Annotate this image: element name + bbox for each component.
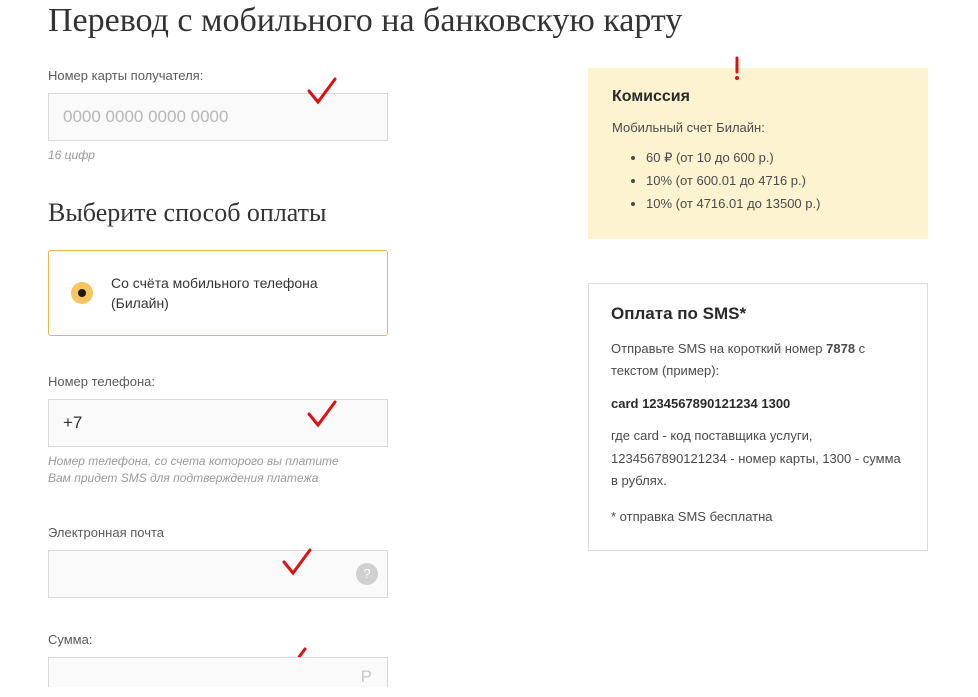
sms-description: где card - код поставщика услуги, 123456… xyxy=(611,425,905,491)
commission-item: 10% (от 600.01 до 4716 р.) xyxy=(646,170,904,193)
sms-note: * отправка SMS бесплатна xyxy=(611,506,905,528)
phone-label: Номер телефона: xyxy=(48,374,548,389)
phone-field-block: Номер телефона: Номер телефона, со счета… xyxy=(48,374,548,487)
sms-example: card 1234567890121234 1300 xyxy=(611,396,905,411)
email-label: Электронная почта xyxy=(48,525,548,540)
sum-label: Сумма: xyxy=(48,632,548,647)
main-layout: Номер карты получателя: 16 цифр Выберите… xyxy=(48,68,958,687)
sms-instruction: Отправьте SMS на короткий номер 7878 с т… xyxy=(611,338,905,382)
phone-input[interactable] xyxy=(48,399,388,447)
payment-section-title: Выберите способ оплаты xyxy=(48,198,548,228)
commission-item: 60 ₽ (от 10 до 600 р.) xyxy=(646,147,904,170)
commission-box: Комиссия Мобильный счет Билайн: 60 ₽ (от… xyxy=(588,68,928,239)
help-icon[interactable]: ? xyxy=(356,563,378,585)
radio-selected-icon xyxy=(71,282,93,304)
card-number-input[interactable] xyxy=(48,93,388,141)
form-column: Номер карты получателя: 16 цифр Выберите… xyxy=(48,68,548,687)
commission-list: 60 ₽ (от 10 до 600 р.) 10% (от 600.01 до… xyxy=(612,147,904,215)
payment-option-mobile[interactable]: Со счёта мобильного телефона (Билайн) xyxy=(48,250,388,337)
sms-shortcode: 7878 xyxy=(826,341,855,356)
card-label: Номер карты получателя: xyxy=(48,68,548,83)
sms-title: Оплата по SMS* xyxy=(611,304,905,324)
sum-field-block: Сумма: Р xyxy=(48,632,548,687)
payment-option-label: Со счёта мобильного телефона (Билайн) xyxy=(111,273,365,314)
email-field-block: Электронная почта ? xyxy=(48,525,548,598)
commission-subtitle: Мобильный счет Билайн: xyxy=(612,120,904,135)
sum-input[interactable] xyxy=(48,657,388,687)
commission-title: Комиссия xyxy=(612,88,904,106)
sidebar-column: Комиссия Мобильный счет Билайн: 60 ₽ (от… xyxy=(588,68,928,687)
card-field-block: Номер карты получателя: 16 цифр xyxy=(48,68,548,164)
page-title: Перевод с мобильного на банковскую карту xyxy=(48,2,958,40)
email-input[interactable] xyxy=(48,550,388,598)
commission-item: 10% (от 4716.01 до 13500 р.) xyxy=(646,193,904,216)
sum-unit: Р xyxy=(361,667,372,687)
sms-text-part: Отправьте SMS на короткий номер xyxy=(611,341,826,356)
sms-box: Оплата по SMS* Отправьте SMS на короткий… xyxy=(588,283,928,551)
phone-hint: Номер телефона, со счета которого вы пла… xyxy=(48,453,548,487)
card-hint: 16 цифр xyxy=(48,147,548,164)
